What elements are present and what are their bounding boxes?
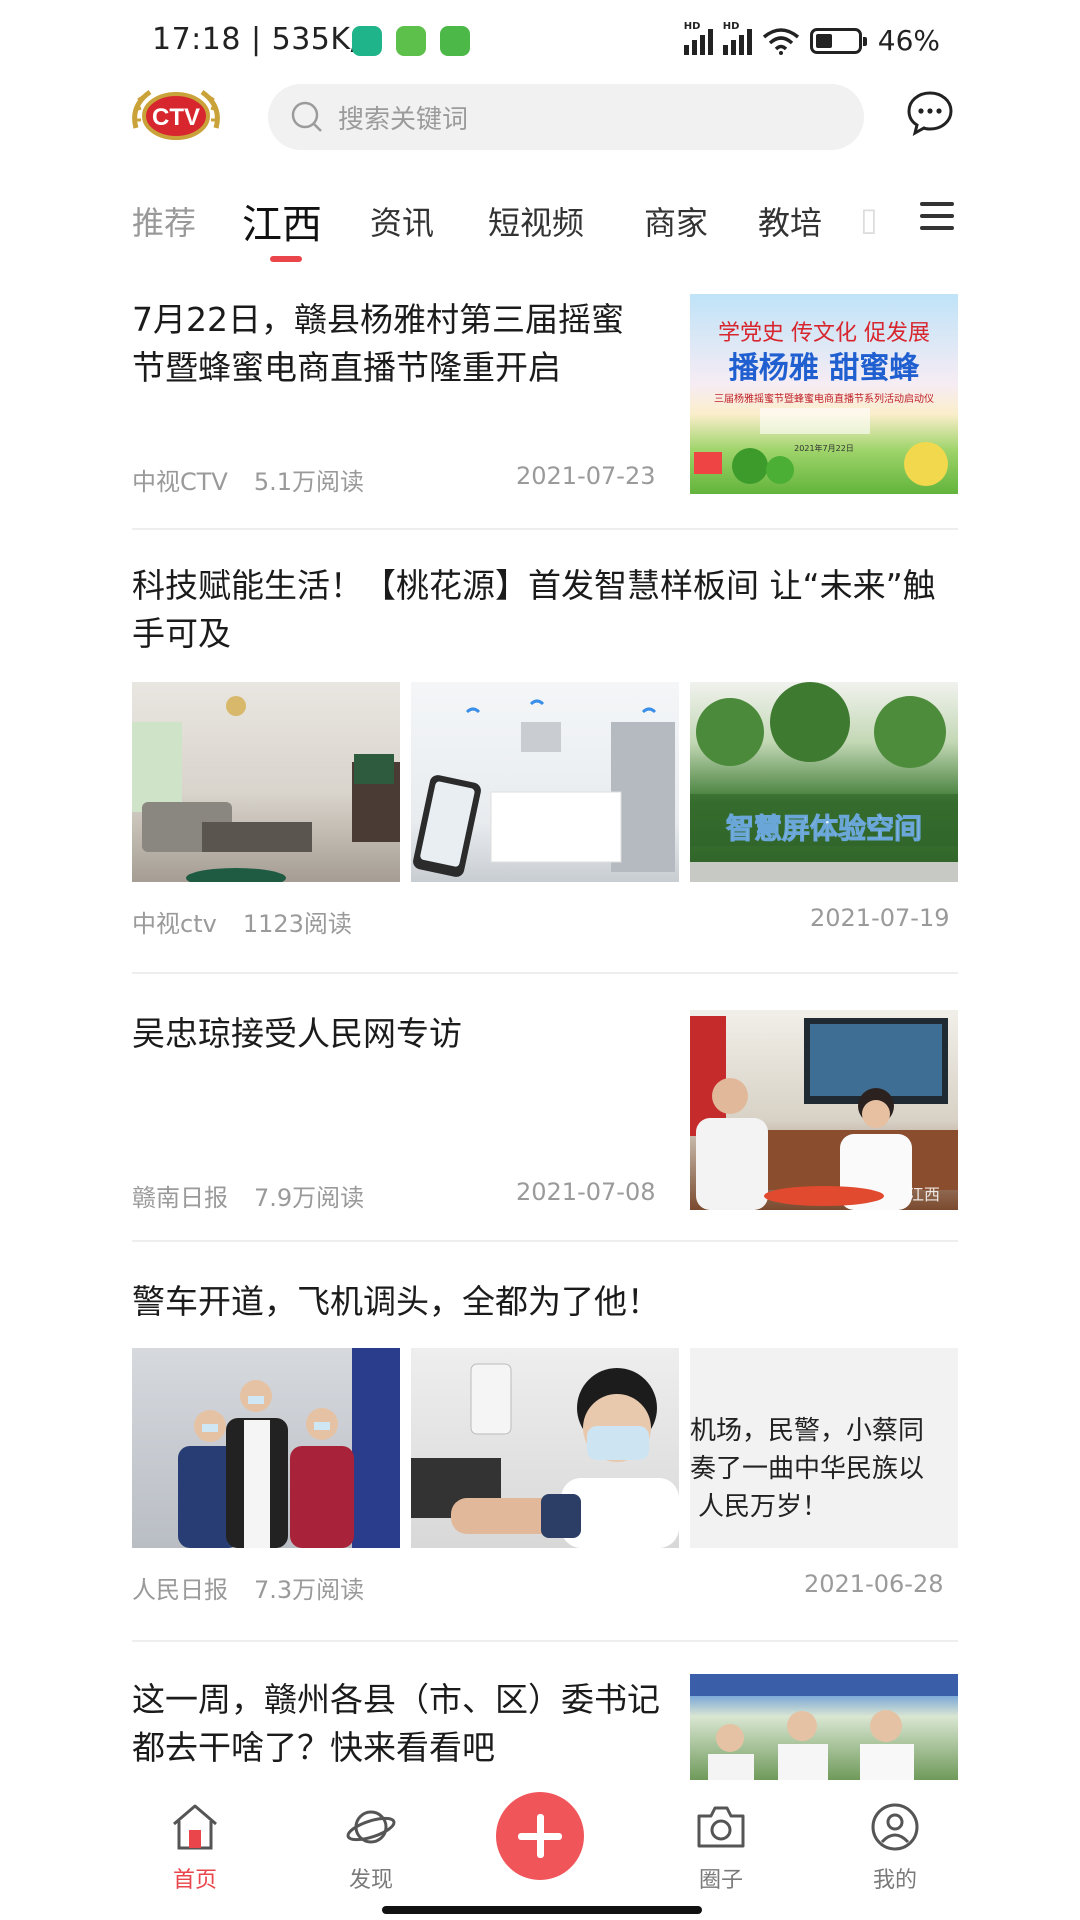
- smart-kitchen-image: [413, 699, 675, 877]
- divider: [132, 1640, 958, 1642]
- nav-circle-label: 圈子: [698, 1868, 743, 1893]
- article-thumbnail[interactable]: [411, 682, 679, 882]
- article-date: 2021-07-23: [516, 462, 656, 490]
- article-meta: 赣南日报 7.9万阅读: [132, 1178, 364, 1213]
- wifi-icon: [762, 27, 799, 55]
- article-thumbnail[interactable]: [411, 1348, 679, 1548]
- living-room-image: [132, 696, 400, 882]
- article-reads: 1123阅读: [242, 910, 352, 938]
- home-indicator[interactable]: [382, 1906, 702, 1914]
- svg-text:CTV: CTV: [152, 104, 200, 131]
- thumbnail-text-line: 奏了一曲中华民族以: [690, 1454, 925, 1484]
- article-meta: 中视CTV 5.1万阅读: [132, 462, 364, 497]
- tab-short-video[interactable]: 短视频: [488, 198, 584, 244]
- article-thumbnail[interactable]: [690, 1674, 958, 1780]
- article-date: 2021-07-08: [516, 1178, 656, 1206]
- status-time: 17:18 | 535K/s: [152, 22, 378, 57]
- shield-app-icon: [352, 26, 382, 56]
- search-placeholder: 搜索关键词: [338, 104, 469, 135]
- article-source: 中视ctv: [132, 910, 217, 938]
- signal-icon: HD: [683, 21, 713, 55]
- android-app-icon: [440, 26, 470, 56]
- menu-icon[interactable]: [920, 202, 954, 230]
- nav-me-label: 我的: [872, 1868, 917, 1893]
- publish-plus-button[interactable]: [496, 1792, 584, 1880]
- tab-education[interactable]: 教培: [758, 198, 822, 244]
- tab-news[interactable]: 资讯: [370, 198, 434, 244]
- divider: [132, 1240, 958, 1242]
- ctv-logo[interactable]: CTV: [128, 84, 224, 148]
- download-app-icon: [396, 26, 426, 56]
- battery-icon: [809, 27, 867, 54]
- svg-text:2021年7月22日: 2021年7月22日: [794, 443, 854, 453]
- svg-text:三届杨雅摇蜜节暨蜂蜜电商直播节系列活动启动仪: 三届杨雅摇蜜节暨蜂蜜电商直播节系列活动启动仪: [714, 392, 934, 405]
- article-title: 科技赋能生活！【桃花源】首发智慧样板间 让“未来”触手可及: [132, 566, 936, 653]
- officials-visit-image: [690, 1674, 958, 1780]
- svg-text:学党史 传文化 促发展: 学党史 传文化 促发展: [718, 321, 930, 346]
- tab-recommend[interactable]: 推荐: [132, 198, 196, 244]
- article-title: 吴忠琼接受人民网专访: [132, 1014, 462, 1053]
- nav-circle[interactable]: 圈子: [666, 1802, 776, 1894]
- tab-overflow-fade: ▯: [860, 200, 878, 238]
- search-icon: [291, 101, 322, 132]
- tab-jiangxi[interactable]: 江西: [242, 192, 322, 250]
- battery-level: 46%: [877, 24, 940, 57]
- article-title: 警车开道，飞机调头，全都为了他！: [132, 1282, 660, 1321]
- article-date: 2021-06-28: [804, 1570, 944, 1598]
- search-input[interactable]: 搜索关键词: [268, 84, 864, 150]
- svg-text:播杨雅 甜蜜蜂: 播杨雅 甜蜜蜂: [729, 351, 920, 386]
- message-icon[interactable]: [906, 90, 954, 136]
- article-meta: 人民日报 7.3万阅读: [132, 1570, 364, 1605]
- camera-icon: [697, 1806, 745, 1848]
- article-title: 这一周，赣州各县（市、区）委书记都去干啥了？快来看看吧: [132, 1680, 660, 1767]
- nav-me[interactable]: 我的: [840, 1802, 950, 1894]
- experience-space-image: 智慧屏体验空间: [690, 682, 958, 882]
- svg-text:江西: 江西: [908, 1185, 940, 1204]
- divider: [132, 528, 958, 530]
- status-bar: 17:18 | 535K/s HD HD 46%: [0, 0, 1080, 80]
- flight-crew-image: [178, 1348, 400, 1548]
- article-reads: 5.1万阅读: [253, 468, 365, 496]
- article-thumbnail[interactable]: 江西: [690, 1010, 958, 1210]
- article-source: 赣南日报: [132, 1184, 228, 1212]
- nav-home-label: 首页: [172, 1868, 217, 1893]
- thumbnail-text-block: 机场，民警，小蔡同 奏了一曲中华民族以 人民万岁！: [690, 1412, 958, 1526]
- signal-icon-2: HD: [722, 21, 752, 55]
- thumbnail-text-line: 人民万岁！: [698, 1492, 829, 1522]
- home-icon: [173, 1804, 217, 1850]
- article-reads: 7.9万阅读: [254, 1184, 365, 1212]
- blood-donation-image: [411, 1363, 679, 1548]
- event-poster-image: 学党史 传文化 促发展 播杨雅 甜蜜蜂 三届杨雅摇蜜节暨蜂蜜电商直播节系列活动启…: [694, 321, 948, 486]
- article-meta: 中视ctv 1123阅读: [132, 904, 352, 939]
- nav-home[interactable]: 首页: [140, 1802, 250, 1894]
- article-thumbnail[interactable]: [132, 1348, 400, 1548]
- article-date: 2021-07-19: [810, 904, 950, 932]
- article-thumbnail-text[interactable]: 机场，民警，小蔡同 奏了一曲中华民族以 人民万岁！: [690, 1348, 958, 1548]
- article-thumbnail[interactable]: [132, 682, 400, 882]
- category-tabs: 推荐 江西 资讯 短视频 商家 教培 ▯: [130, 190, 990, 270]
- thumbnail-text-line: 机场，民警，小蔡同: [690, 1416, 925, 1446]
- active-tab-indicator: [270, 256, 302, 262]
- article-thumbnail[interactable]: 学党史 传文化 促发展 播杨雅 甜蜜蜂 三届杨雅摇蜜节暨蜂蜜电商直播节系列活动启…: [690, 294, 958, 494]
- interview-image: 江西: [690, 1016, 958, 1210]
- nav-discover-label: 发现: [348, 1868, 393, 1893]
- article-title: 7月22日，赣县杨雅村第三届摇蜜节暨蜂蜜电商直播节隆重开启: [132, 300, 624, 387]
- article-thumbnail[interactable]: 智慧屏体验空间: [690, 682, 958, 882]
- user-icon: [871, 1803, 919, 1851]
- article-reads: 7.3万阅读: [254, 1576, 365, 1604]
- article-source: 人民日报: [132, 1576, 228, 1604]
- planet-icon: [346, 1810, 396, 1844]
- article-source: 中视CTV: [132, 468, 228, 496]
- nav-discover[interactable]: 发现: [316, 1802, 426, 1894]
- tab-merchants[interactable]: 商家: [644, 198, 708, 244]
- divider: [132, 972, 958, 974]
- svg-text:智慧屏体验空间: 智慧屏体验空间: [726, 812, 922, 845]
